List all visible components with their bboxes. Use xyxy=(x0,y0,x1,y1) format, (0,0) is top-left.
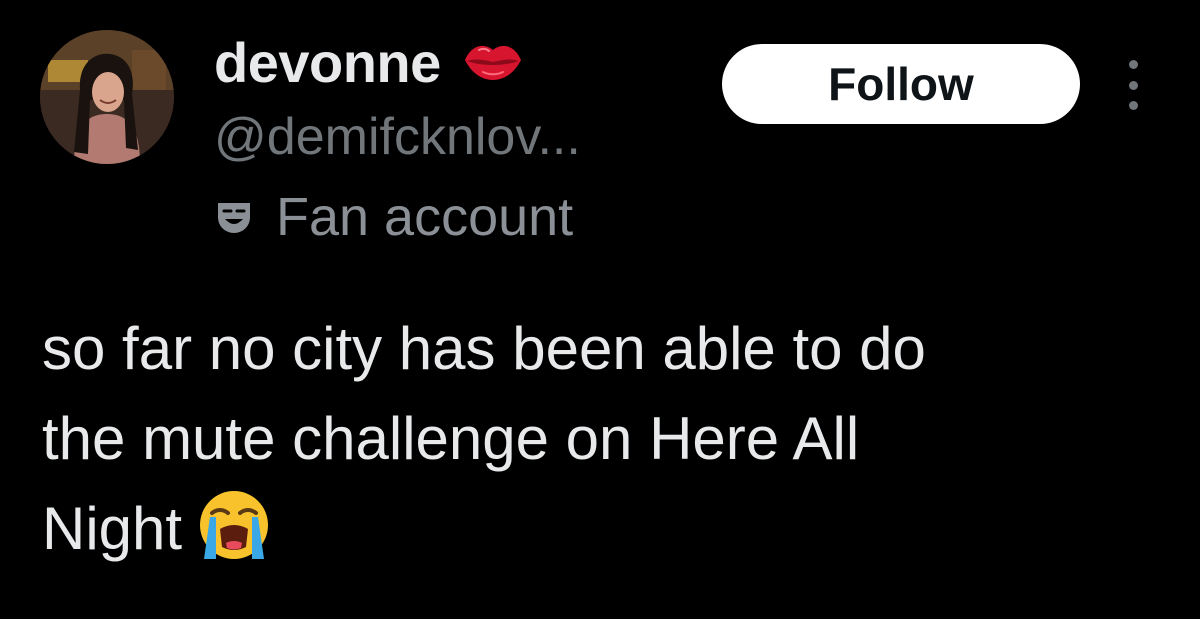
loudly-crying-face-icon xyxy=(196,487,272,563)
avatar-photo xyxy=(40,30,174,164)
tweet-text-line: so far no city has been able to do xyxy=(42,315,926,382)
more-dot xyxy=(1128,80,1138,90)
more-dot xyxy=(1128,60,1138,69)
tweet-text-line-last: Night xyxy=(42,484,1172,574)
tweet-text-line: the mute challenge on Here All xyxy=(42,405,860,472)
account-label: Fan account xyxy=(214,184,581,250)
user-handle[interactable]: @demifcknlov... xyxy=(214,106,581,168)
more-vertical-icon[interactable] xyxy=(1118,60,1148,110)
account-label-text: Fan account xyxy=(276,187,574,247)
user-info: devonne @demifcknlov... Fan account xyxy=(214,26,581,250)
more-dot xyxy=(1128,101,1138,110)
performing-arts-mask-icon xyxy=(214,197,254,237)
lips-kiss-icon xyxy=(461,38,525,86)
follow-button[interactable]: Follow xyxy=(722,44,1080,124)
name-row: devonne xyxy=(214,26,581,98)
tweet-text: so far no city has been able to do the m… xyxy=(42,304,1172,574)
tweet: devonne @demifcknlov... Fan account Foll… xyxy=(0,0,1200,619)
tweet-text-line: Night xyxy=(42,495,183,562)
display-name[interactable]: devonne xyxy=(214,30,441,95)
avatar[interactable] xyxy=(40,30,174,164)
